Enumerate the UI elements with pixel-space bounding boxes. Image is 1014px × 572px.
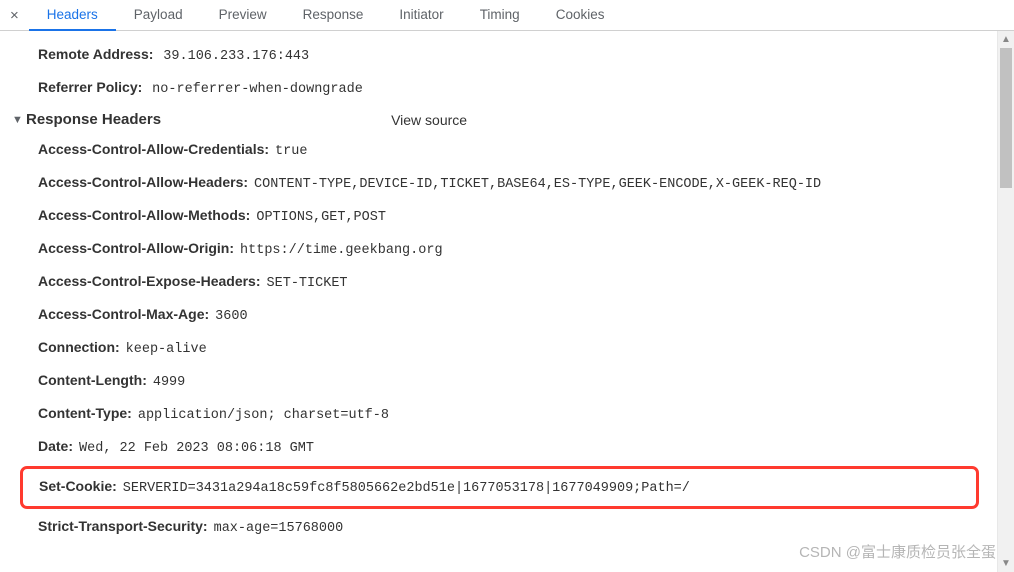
kv-value: SERVERID=3431a294a18c59fc8f5805662e2bd51…	[123, 481, 690, 496]
kv-key: Access-Control-Max-Age:	[38, 306, 209, 322]
tab-payload[interactable]: Payload	[116, 0, 201, 31]
tab-response[interactable]: Response	[285, 0, 382, 31]
kv-value: true	[275, 144, 307, 159]
kv-key: Referrer Policy:	[38, 79, 142, 95]
scroll-up-icon[interactable]: ▲	[998, 31, 1014, 48]
kv-key: Access-Control-Allow-Methods:	[38, 207, 250, 223]
tab-preview[interactable]: Preview	[201, 0, 285, 31]
response-header-row: Date: Wed, 22 Feb 2023 08:06:18 GMT	[0, 431, 997, 464]
kv-key: Set-Cookie:	[39, 478, 117, 494]
network-tab-bar: × Headers Payload Preview Response Initi…	[0, 0, 1014, 31]
kv-key: Date:	[38, 438, 73, 454]
chevron-down-icon: ▼	[12, 114, 22, 126]
response-header-row: Content-Type: application/json; charset=u…	[0, 398, 997, 431]
view-source-link[interactable]: View source	[391, 112, 467, 128]
tab-cookies[interactable]: Cookies	[538, 0, 623, 31]
tab-initiator[interactable]: Initiator	[381, 0, 461, 31]
kv-value: Wed, 22 Feb 2023 08:06:18 GMT	[79, 441, 314, 456]
kv-key: Access-Control-Expose-Headers:	[38, 273, 261, 289]
kv-key: Access-Control-Allow-Origin:	[38, 240, 234, 256]
kv-value: CONTENT-TYPE,DEVICE-ID,TICKET,BASE64,ES-…	[254, 177, 821, 192]
kv-key: Remote Address:	[38, 46, 153, 62]
kv-value: no-referrer-when-downgrade	[152, 82, 363, 97]
response-headers-section[interactable]: ▼ Response Headers View source	[0, 105, 997, 134]
general-remote-address: Remote Address: 39.106.233.176:443	[0, 39, 997, 72]
close-icon[interactable]: ×	[6, 8, 29, 23]
kv-key: Strict-Transport-Security:	[38, 518, 208, 534]
kv-key: Access-Control-Allow-Headers:	[38, 174, 248, 190]
response-header-row: Content-Length: 4999	[0, 365, 997, 398]
kv-key: Access-Control-Allow-Credentials:	[38, 141, 269, 157]
general-referrer-policy: Referrer Policy: no-referrer-when-downgr…	[0, 72, 997, 105]
kv-key: Connection:	[38, 339, 120, 355]
kv-key: Content-Length:	[38, 372, 147, 388]
kv-value: 4999	[153, 375, 185, 390]
response-header-row: Connection: keep-alive	[0, 332, 997, 365]
scrollbar-thumb[interactable]	[1000, 48, 1012, 188]
response-header-row: Set-Cookie: SERVERID=3431a294a18c59fc8f58…	[39, 471, 976, 504]
kv-key: Content-Type:	[38, 405, 132, 421]
tab-timing[interactable]: Timing	[462, 0, 538, 31]
scrollbar[interactable]: ▲ ▼	[997, 31, 1014, 572]
headers-panel: Remote Address: 39.106.233.176:443 Refer…	[0, 31, 997, 572]
kv-value: keep-alive	[126, 342, 207, 357]
tab-headers[interactable]: Headers	[29, 0, 116, 31]
scroll-down-icon[interactable]: ▼	[998, 555, 1014, 572]
kv-value: max-age=15768000	[214, 521, 344, 536]
kv-value: 3600	[215, 309, 247, 324]
kv-value: OPTIONS,GET,POST	[256, 210, 386, 225]
kv-value: 39.106.233.176:443	[163, 49, 309, 64]
kv-value: application/json; charset=utf-8	[138, 408, 389, 423]
response-headers-list: Access-Control-Allow-Credentials:trueAcc…	[0, 134, 997, 544]
kv-value: SET-TICKET	[267, 276, 348, 291]
response-header-row: Access-Control-Expose-Headers: SET-TICKET	[0, 266, 997, 299]
response-header-row: Access-Control-Allow-Origin: https://time…	[0, 233, 997, 266]
response-header-row: Strict-Transport-Security: max-age=157680…	[0, 511, 997, 544]
response-header-row: Access-Control-Allow-Credentials: true	[0, 134, 997, 167]
section-title: Response Headers	[26, 111, 161, 128]
response-header-row: Access-Control-Max-Age: 3600	[0, 299, 997, 332]
highlighted-header: Set-Cookie: SERVERID=3431a294a18c59fc8f58…	[20, 466, 979, 509]
response-header-row: Access-Control-Allow-Headers: CONTENT-TYP…	[0, 167, 997, 200]
response-header-row: Access-Control-Allow-Methods: OPTIONS,GET…	[0, 200, 997, 233]
kv-value: https://time.geekbang.org	[240, 243, 443, 258]
